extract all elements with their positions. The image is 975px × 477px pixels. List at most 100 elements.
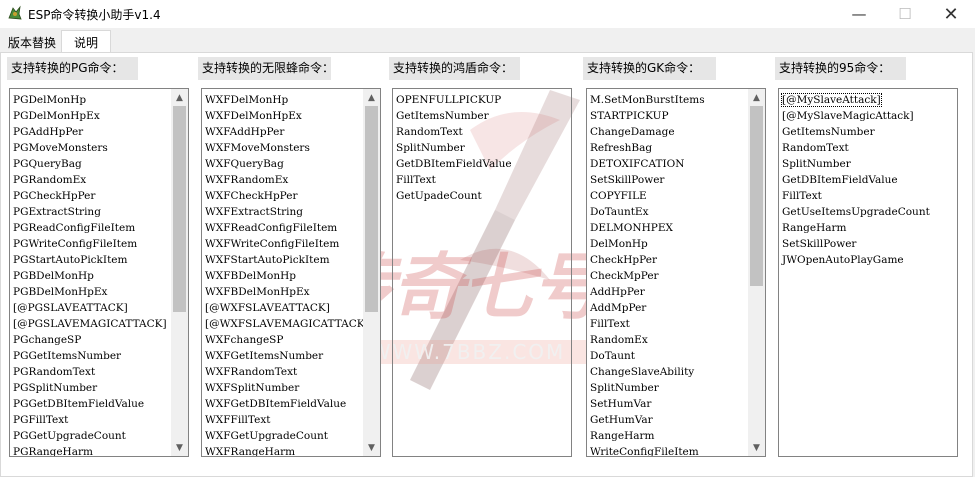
list-item[interactable]: PGRangeHarm — [13, 444, 188, 456]
list-item[interactable]: [@PGSLAVEMAGICATTACK] — [13, 316, 188, 332]
list-item[interactable]: ChangeDamage — [590, 124, 765, 140]
list-item[interactable]: PGStartAutoPickItem — [13, 252, 188, 268]
vertical-scrollbar[interactable]: ▲ ▼ — [171, 89, 188, 456]
list-item[interactable]: COPYFILE — [590, 188, 765, 204]
list-item[interactable]: CheckHpPer — [590, 252, 765, 268]
list-item[interactable]: PGRandomText — [13, 364, 188, 380]
list-item[interactable]: WXFBDelMonHp — [205, 268, 380, 284]
list-item[interactable]: ChangeSlaveAbility — [590, 364, 765, 380]
list-item[interactable]: PGMoveMonsters — [13, 140, 188, 156]
list-item[interactable]: PGBDelMonHp — [13, 268, 188, 284]
list-item[interactable]: GetHumVar — [590, 412, 765, 428]
list-item[interactable]: PGGetItemsNumber — [13, 348, 188, 364]
close-button[interactable]: ✕ — [928, 0, 974, 28]
list-item[interactable]: [@WXFSLAVEATTACK] — [205, 300, 380, 316]
list-item[interactable]: WXFWriteConfigFileItem — [205, 236, 380, 252]
list-item[interactable]: WXFGetUpgradeCount — [205, 428, 380, 444]
list-item[interactable]: AddMpPer — [590, 300, 765, 316]
list-item[interactable]: RandomText — [782, 140, 957, 156]
list-item[interactable]: FillText — [782, 188, 957, 204]
list-item[interactable]: GetItemsNumber — [396, 108, 571, 124]
list-item[interactable]: OPENFULLPICKUP — [396, 92, 571, 108]
list-item[interactable]: WXFRandomText — [205, 364, 380, 380]
list-item[interactable]: GetDBItemFieldValue — [782, 172, 957, 188]
list-item[interactable]: WXFQueryBag — [205, 156, 380, 172]
scroll-down-arrow-icon[interactable]: ▼ — [171, 439, 188, 456]
list-item[interactable]: PGSplitNumber — [13, 380, 188, 396]
list-item[interactable]: PGExtractString — [13, 204, 188, 220]
95-commands-list[interactable]: [@MySlaveAttack] [@MySlaveMagicAttack] Get… — [778, 88, 958, 457]
list-item[interactable]: DELMONHPEX — [590, 220, 765, 236]
list-item[interactable]: WXFSplitNumber — [205, 380, 380, 396]
list-item[interactable]: FillText — [590, 316, 765, 332]
list-item[interactable]: [@PGSLAVEATTACK] — [13, 300, 188, 316]
list-item[interactable]: GetUpadeCount — [396, 188, 571, 204]
list-item[interactable]: WXFStartAutoPickItem — [205, 252, 380, 268]
list-item[interactable]: WXFMoveMonsters — [205, 140, 380, 156]
list-item[interactable]: CheckMpPer — [590, 268, 765, 284]
hongdun-commands-list[interactable]: OPENFULLPICKUP GetItemsNumber RandomText Sp… — [392, 88, 572, 457]
pg-commands-list[interactable]: PGDelMonHp PGDelMonHpEx PGAddHpPer PGMoveMo… — [9, 88, 189, 457]
list-item[interactable]: FillText — [396, 172, 571, 188]
list-item[interactable]: WXFCheckHpPer — [205, 188, 380, 204]
tab-instructions[interactable]: 说明 — [61, 30, 111, 53]
list-item[interactable]: PGReadConfigFileItem — [13, 220, 188, 236]
list-item[interactable]: WriteConfigFileItem — [590, 444, 765, 456]
list-item[interactable]: SetSkillPower — [590, 172, 765, 188]
list-item[interactable]: [@MySlaveMagicAttack] — [782, 108, 957, 124]
list-item[interactable]: RefreshBag — [590, 140, 765, 156]
tab-version-replace[interactable]: 版本替换 — [3, 32, 61, 52]
scroll-up-arrow-icon[interactable]: ▲ — [748, 89, 765, 106]
list-item[interactable]: RandomText — [396, 124, 571, 140]
list-item[interactable]: PGAddHpPer — [13, 124, 188, 140]
list-item[interactable]: SetHumVar — [590, 396, 765, 412]
list-item[interactable]: GetUseItemsUpgradeCount — [782, 204, 957, 220]
minimize-button[interactable]: — — [836, 0, 882, 28]
list-item[interactable]: STARTPICKUP — [590, 108, 765, 124]
list-item[interactable]: WXFFillText — [205, 412, 380, 428]
vertical-scrollbar[interactable]: ▲ ▼ — [363, 89, 380, 456]
list-item[interactable]: JWOpenAutoPlayGame — [782, 252, 957, 268]
list-item[interactable]: WXFRandomEx — [205, 172, 380, 188]
list-item[interactable]: DelMonHp — [590, 236, 765, 252]
list-item[interactable]: RandomEx — [590, 332, 765, 348]
list-item[interactable]: WXFExtractString — [205, 204, 380, 220]
list-item[interactable]: PGBDelMonHpEx — [13, 284, 188, 300]
list-item[interactable]: DoTaunt — [590, 348, 765, 364]
list-item[interactable]: SplitNumber — [396, 140, 571, 156]
list-item[interactable]: DoTauntEx — [590, 204, 765, 220]
scroll-thumb[interactable] — [750, 106, 763, 286]
list-item[interactable]: [@WXFSLAVEMAGICATTACK] — [205, 316, 380, 332]
list-item[interactable]: AddHpPer — [590, 284, 765, 300]
list-item[interactable]: PGchangeSP — [13, 332, 188, 348]
list-item[interactable]: SplitNumber — [590, 380, 765, 396]
list-item[interactable]: PGDelMonHpEx — [13, 108, 188, 124]
list-item[interactable]: SplitNumber — [782, 156, 957, 172]
list-item[interactable]: WXFReadConfigFileItem — [205, 220, 380, 236]
list-item[interactable]: RangeHarm — [782, 220, 957, 236]
list-item[interactable]: WXFBDelMonHpEx — [205, 284, 380, 300]
vertical-scrollbar[interactable]: ▲ ▼ — [748, 89, 765, 456]
list-item[interactable]: PGCheckHpPer — [13, 188, 188, 204]
list-item[interactable]: [@MySlaveAttack] — [781, 92, 957, 108]
scroll-up-arrow-icon[interactable]: ▲ — [363, 89, 380, 106]
list-item[interactable]: GetDBItemFieldValue — [396, 156, 571, 172]
list-item[interactable]: PGFillText — [13, 412, 188, 428]
list-item[interactable]: WXFGetDBItemFieldValue — [205, 396, 380, 412]
scroll-thumb[interactable] — [365, 106, 378, 312]
scroll-down-arrow-icon[interactable]: ▼ — [748, 439, 765, 456]
list-item[interactable]: PGDelMonHp — [13, 92, 188, 108]
list-item[interactable]: WXFAddHpPer — [205, 124, 380, 140]
scroll-up-arrow-icon[interactable]: ▲ — [171, 89, 188, 106]
list-item[interactable]: DETOXIFCATION — [590, 156, 765, 172]
list-item[interactable]: WXFDelMonHp — [205, 92, 380, 108]
list-item[interactable]: PGRandomEx — [13, 172, 188, 188]
list-item[interactable]: WXFDelMonHpEx — [205, 108, 380, 124]
scroll-down-arrow-icon[interactable]: ▼ — [363, 439, 380, 456]
wxf-commands-list[interactable]: WXFDelMonHp WXFDelMonHpEx WXFAddHpPer WXFMo… — [201, 88, 381, 457]
scroll-thumb[interactable] — [173, 106, 186, 312]
list-item[interactable]: PGGetUpgradeCount — [13, 428, 188, 444]
list-item[interactable]: PGGetDBItemFieldValue — [13, 396, 188, 412]
list-item[interactable]: WXFRangeHarm — [205, 444, 380, 456]
list-item[interactable]: GetItemsNumber — [782, 124, 957, 140]
